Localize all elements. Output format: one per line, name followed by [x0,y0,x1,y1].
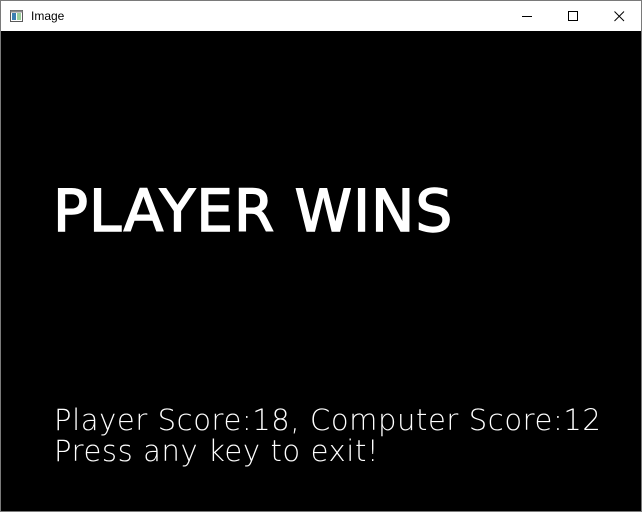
image-window: Image PLAYER WINS Player Score:18, Compu… [0,0,642,512]
window-app-icon [10,9,23,22]
minimize-button[interactable] [505,1,551,31]
close-button[interactable] [597,1,642,31]
title-bar[interactable]: Image [1,1,641,31]
image-canvas[interactable]: PLAYER WINS Player Score:18, Computer Sc… [1,31,641,511]
winner-headline: PLAYER WINS [52,177,454,245]
maximize-icon [568,11,578,21]
minimize-icon [522,16,532,17]
maximize-button[interactable] [551,1,597,31]
window-title: Image [31,9,65,23]
close-icon [614,11,625,22]
exit-prompt-text: Press any key to exit! [54,434,380,468]
score-text: Player Score:18, Computer Score:12 [54,403,602,437]
